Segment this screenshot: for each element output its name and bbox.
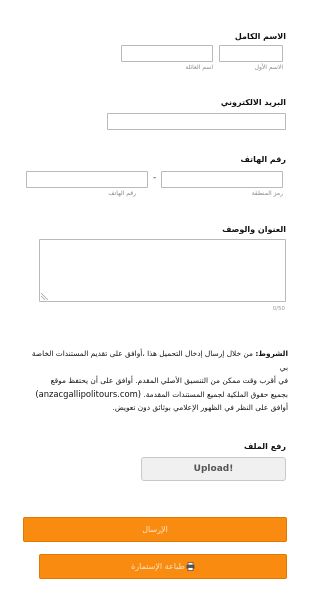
email-label: البريد الالكتروني: [220, 98, 286, 107]
terms-text-3: بجميع حقوق الملكية لجميع المستندات المقد…: [143, 389, 288, 399]
last-name-input[interactable]: [121, 45, 213, 62]
terms-block: الشروط: من خلال إرسال إدخال التحميل هذا …: [26, 347, 288, 415]
file-upload-label: رفع الملف: [244, 442, 286, 451]
first-name-sublabel: الاسم الأول: [254, 64, 283, 71]
area-code-sublabel: رمز المنطقة: [251, 190, 283, 197]
address-label: العنوان والوصف: [222, 225, 286, 234]
resize-handle-icon[interactable]: [41, 293, 48, 300]
first-name-input[interactable]: [219, 45, 283, 62]
print-form-label: طباعة الإستمارة: [131, 562, 185, 571]
terms-line-2: في أقرب وقت ممكن من التنسيق الأصلي المقد…: [50, 376, 288, 386]
phone-number-sublabel: رقم الهاتف: [108, 190, 136, 197]
submit-button[interactable]: الإرسال: [23, 517, 287, 542]
phone-separator: -: [153, 173, 157, 183]
upload-button[interactable]: Upload!: [141, 457, 286, 481]
address-char-counter: 0/50: [272, 306, 285, 312]
terms-text-1: من خلال إرسال إدخال التحميل هذا ،أوافق ع…: [31, 349, 288, 372]
terms-heading: الشروط:: [255, 349, 288, 358]
full-name-label: الاسم الكامل: [234, 32, 286, 41]
terms-line-3: بجميع حقوق الملكية لجميع المستندات المقد…: [26, 388, 288, 402]
phone-area-code-input[interactable]: [161, 171, 283, 188]
terms-line-4: أوافق على النظر في الظهور الإعلامي بوثائ…: [112, 403, 288, 413]
terms-site-name: (anzacgallipolitours.com): [35, 388, 142, 399]
phone-label: رقم الهاتف: [240, 155, 286, 164]
print-form-button[interactable]: طباعة الإستمارة: [39, 554, 287, 579]
terms-line-1: الشروط: من خلال إرسال إدخال التحميل هذا …: [26, 347, 288, 374]
address-textarea[interactable]: [39, 239, 286, 302]
phone-number-input[interactable]: [26, 171, 148, 188]
email-input[interactable]: [107, 113, 286, 130]
last-name-sublabel: اسم العائلة: [185, 64, 213, 71]
printer-icon: [186, 562, 195, 571]
